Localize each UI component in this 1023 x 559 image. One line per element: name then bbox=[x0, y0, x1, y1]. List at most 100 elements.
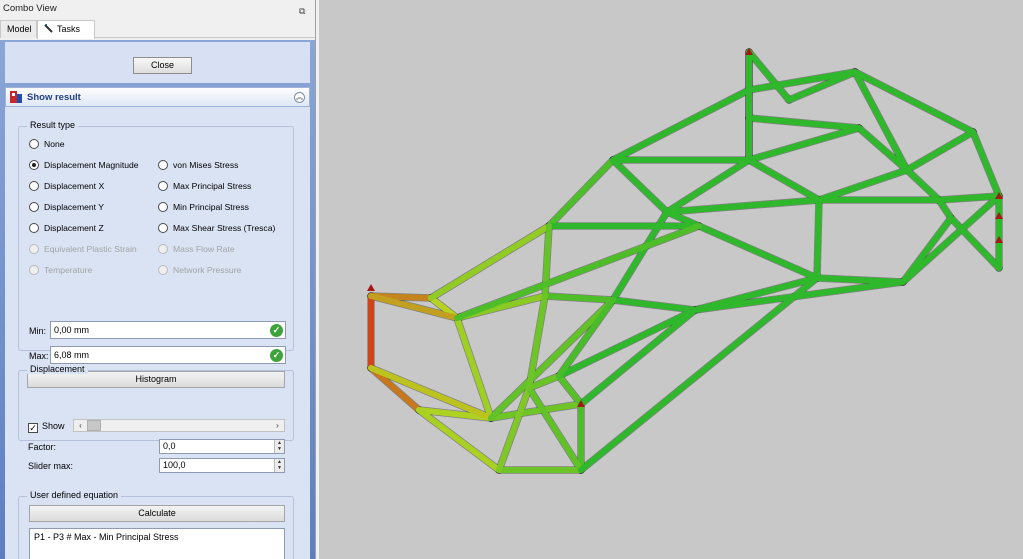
close-button[interactable]: Close bbox=[133, 57, 192, 74]
dock-float-icon[interactable]: ⧉ bbox=[299, 2, 309, 16]
tab-model[interactable]: Model bbox=[0, 20, 37, 38]
factor-label: Factor: bbox=[28, 442, 57, 452]
radio-dot bbox=[29, 139, 39, 149]
radio-von-mises-stress[interactable]: von Mises Stress bbox=[158, 160, 238, 170]
tab-tasks-label: Tasks bbox=[57, 24, 81, 34]
factor-value: 0,0 bbox=[163, 441, 176, 451]
radio-label: von Mises Stress bbox=[173, 160, 239, 170]
frame-tube bbox=[814, 197, 822, 281]
radio-label: Mass Flow Rate bbox=[173, 244, 235, 254]
min-field[interactable]: 0,00 mm ✓ bbox=[50, 321, 286, 339]
max-value: 6,08 mm bbox=[54, 350, 90, 360]
radio-displacement-x[interactable]: Displacement X bbox=[29, 181, 104, 191]
radio-dot bbox=[29, 160, 39, 170]
radio-dot bbox=[158, 202, 168, 212]
frame-tube bbox=[696, 223, 820, 281]
slider-left-arrow-icon[interactable]: ‹ bbox=[75, 420, 86, 431]
radio-dot bbox=[29, 244, 39, 254]
factor-spinbox[interactable]: 0,0 ▲ ▼ bbox=[159, 439, 285, 454]
fem-frame-model bbox=[367, 48, 1003, 474]
radio-min-principal-stress[interactable]: Min Principal Stress bbox=[158, 202, 249, 212]
equation-text: P1 - P3 # Max - Min Principal Stress bbox=[34, 532, 179, 542]
radio-label: Network Pressure bbox=[173, 265, 242, 275]
radio-max-principal-stress[interactable]: Max Principal Stress bbox=[158, 181, 251, 191]
radio-network-pressure: Network Pressure bbox=[158, 265, 241, 275]
slider-handle[interactable] bbox=[87, 420, 101, 431]
spin-arrows-icon[interactable]: ▲ ▼ bbox=[274, 440, 284, 453]
fem-result-icon bbox=[10, 91, 22, 103]
radio-displacement-magnitude[interactable]: Displacement Magnitude bbox=[29, 160, 139, 170]
combo-view-titlebar: Combo View ⧉ bbox=[0, 0, 315, 18]
slider-right-arrow-icon[interactable]: › bbox=[272, 420, 283, 431]
radio-displacement-z[interactable]: Displacement Z bbox=[29, 223, 104, 233]
tab-bar: Model Tasks bbox=[0, 18, 315, 39]
radio-label: Equivalent Plastic Strain bbox=[44, 244, 137, 254]
displacement-title: Displacement bbox=[27, 364, 88, 374]
radio-temperature: Temperature bbox=[29, 265, 92, 275]
frame-tube bbox=[904, 129, 976, 173]
combo-view-panel: Combo View ⧉ Model Tasks Close Show resu… bbox=[0, 0, 316, 559]
slider-max-label: Slider max: bbox=[28, 461, 74, 471]
frame-tube bbox=[816, 167, 910, 203]
calculate-button[interactable]: Calculate bbox=[29, 505, 285, 522]
min-value: 0,00 mm bbox=[54, 325, 90, 335]
task-panel-area: Close Show result ︽ Result type None Dis… bbox=[0, 40, 315, 559]
min-label: Min: bbox=[29, 326, 47, 336]
frame-tube bbox=[542, 293, 616, 303]
radio-none[interactable]: None bbox=[29, 139, 65, 149]
frame-tube bbox=[970, 129, 1002, 199]
equation-textarea[interactable]: P1 - P3 # Max - Min Principal Stress bbox=[29, 528, 285, 559]
max-label: Max: bbox=[29, 351, 49, 361]
radio-label: Displacement X bbox=[44, 181, 105, 191]
radio-label: Max Shear Stress (Tresca) bbox=[173, 223, 276, 233]
radio-equivalent-plastic-strain: Equivalent Plastic Strain bbox=[29, 244, 137, 254]
radio-dot bbox=[158, 265, 168, 275]
radio-dot bbox=[158, 244, 168, 254]
slider-max-spinbox[interactable]: 100,0 ▲ ▼ bbox=[159, 458, 285, 473]
radio-dot bbox=[29, 181, 39, 191]
checkbox-box: ✓ bbox=[28, 423, 38, 433]
frame-tube bbox=[610, 157, 670, 215]
equation-title: User defined equation bbox=[27, 490, 122, 500]
slider-max-value: 100,0 bbox=[163, 460, 186, 470]
radio-label: Min Principal Stress bbox=[173, 202, 249, 212]
show-label: Show bbox=[42, 421, 65, 431]
radio-label: Displacement Magnitude bbox=[44, 160, 139, 170]
radio-label: None bbox=[44, 139, 65, 149]
radio-dot bbox=[29, 202, 39, 212]
radio-dot bbox=[158, 181, 168, 191]
show-checkbox[interactable]: ✓ Show bbox=[28, 421, 65, 433]
check-ok-icon: ✓ bbox=[270, 324, 283, 337]
radio-label: Displacement Y bbox=[44, 202, 105, 212]
frame-tube bbox=[526, 385, 584, 473]
tasks-icon bbox=[44, 24, 53, 33]
collapse-icon[interactable]: ︽ bbox=[294, 92, 305, 103]
3d-viewport[interactable] bbox=[319, 0, 1023, 559]
panel-title: Show result bbox=[27, 92, 81, 103]
spin-arrows-icon[interactable]: ▲ ▼ bbox=[274, 459, 284, 472]
max-field[interactable]: 6,08 mm ✓ bbox=[50, 346, 286, 364]
radio-dot bbox=[158, 160, 168, 170]
show-result-body: Result type None Displacement Magnitude … bbox=[5, 107, 310, 559]
displacement-slider[interactable]: ‹ › bbox=[73, 419, 285, 432]
radio-max-shear-stress[interactable]: Max Shear Stress (Tresca) bbox=[158, 223, 275, 233]
tab-model-label: Model bbox=[7, 24, 32, 34]
radio-displacement-y[interactable]: Displacement Y bbox=[29, 202, 104, 212]
frame-tube bbox=[936, 193, 1002, 203]
show-result-header[interactable]: Show result ︽ bbox=[5, 87, 310, 107]
radio-label: Displacement Z bbox=[44, 223, 104, 233]
task-buttons-box: Close bbox=[5, 42, 310, 83]
radio-label: Temperature bbox=[44, 265, 93, 275]
frame-tube bbox=[746, 49, 792, 103]
radio-mass-flow-rate: Mass Flow Rate bbox=[158, 244, 235, 254]
tab-tasks[interactable]: Tasks bbox=[37, 20, 95, 39]
frame-tube bbox=[746, 157, 822, 203]
frame-tube bbox=[610, 87, 752, 163]
constraint-marker-icon bbox=[367, 284, 375, 291]
radio-dot bbox=[158, 223, 168, 233]
frame-tube bbox=[546, 157, 616, 229]
frame-tube bbox=[900, 193, 1002, 285]
combo-view-title: Combo View bbox=[3, 3, 57, 14]
frame-tube bbox=[948, 215, 1002, 271]
frame-tube bbox=[904, 167, 942, 203]
